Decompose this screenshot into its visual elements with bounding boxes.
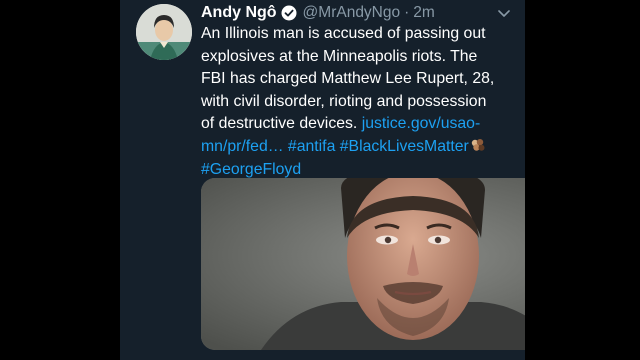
avatar[interactable] [136,4,192,60]
hashtag-antifa[interactable]: #antifa [288,138,335,155]
tweet-text-line: FBI has charged Matthew Lee Rupert, 28, [201,70,495,88]
hashtag-blacklivesmatter[interactable]: #BlackLivesMatter [340,138,469,155]
tweet-text: An Illinois man is accused of passing ou… [201,23,519,181]
tweet-text-line: explosives at the Minneapolis riots. The [201,47,478,65]
tweet-text-line: with civil disorder, rioting and possess… [201,92,487,110]
raised-fists-emoji-icon [470,137,486,151]
url-link[interactable]: justice.gov/usao- [362,115,481,132]
tweet-media-photo[interactable] [201,178,525,350]
hashtag-georgefloyd[interactable]: #GeorgeFloyd [201,161,301,178]
tweet-header: Andy Ngô @MrAndyNgo · 2m [201,3,515,23]
tweet-text-line: mn/pr/fed… #antifa #BlackLivesMatter [201,136,519,159]
author-handle[interactable]: @MrAndyNgo [303,4,401,22]
verified-badge-icon [281,5,297,21]
url-link-continued[interactable]: mn/pr/fed… [201,138,284,155]
timestamp[interactable]: 2m [413,4,435,22]
author-name[interactable]: Andy Ngô [201,4,277,22]
tweet-text-segment: of destructive devices. [201,115,358,133]
chevron-down-icon[interactable] [497,6,511,17]
separator-dot: · [404,4,410,21]
tweet-text-line: An Illinois man is accused of passing ou… [201,25,486,42]
tweet-text-line: of destructive devices. justice.gov/usao… [201,113,519,136]
tweet-card[interactable]: Andy Ngô @MrAndyNgo · 2m An Illinois man… [120,0,525,360]
